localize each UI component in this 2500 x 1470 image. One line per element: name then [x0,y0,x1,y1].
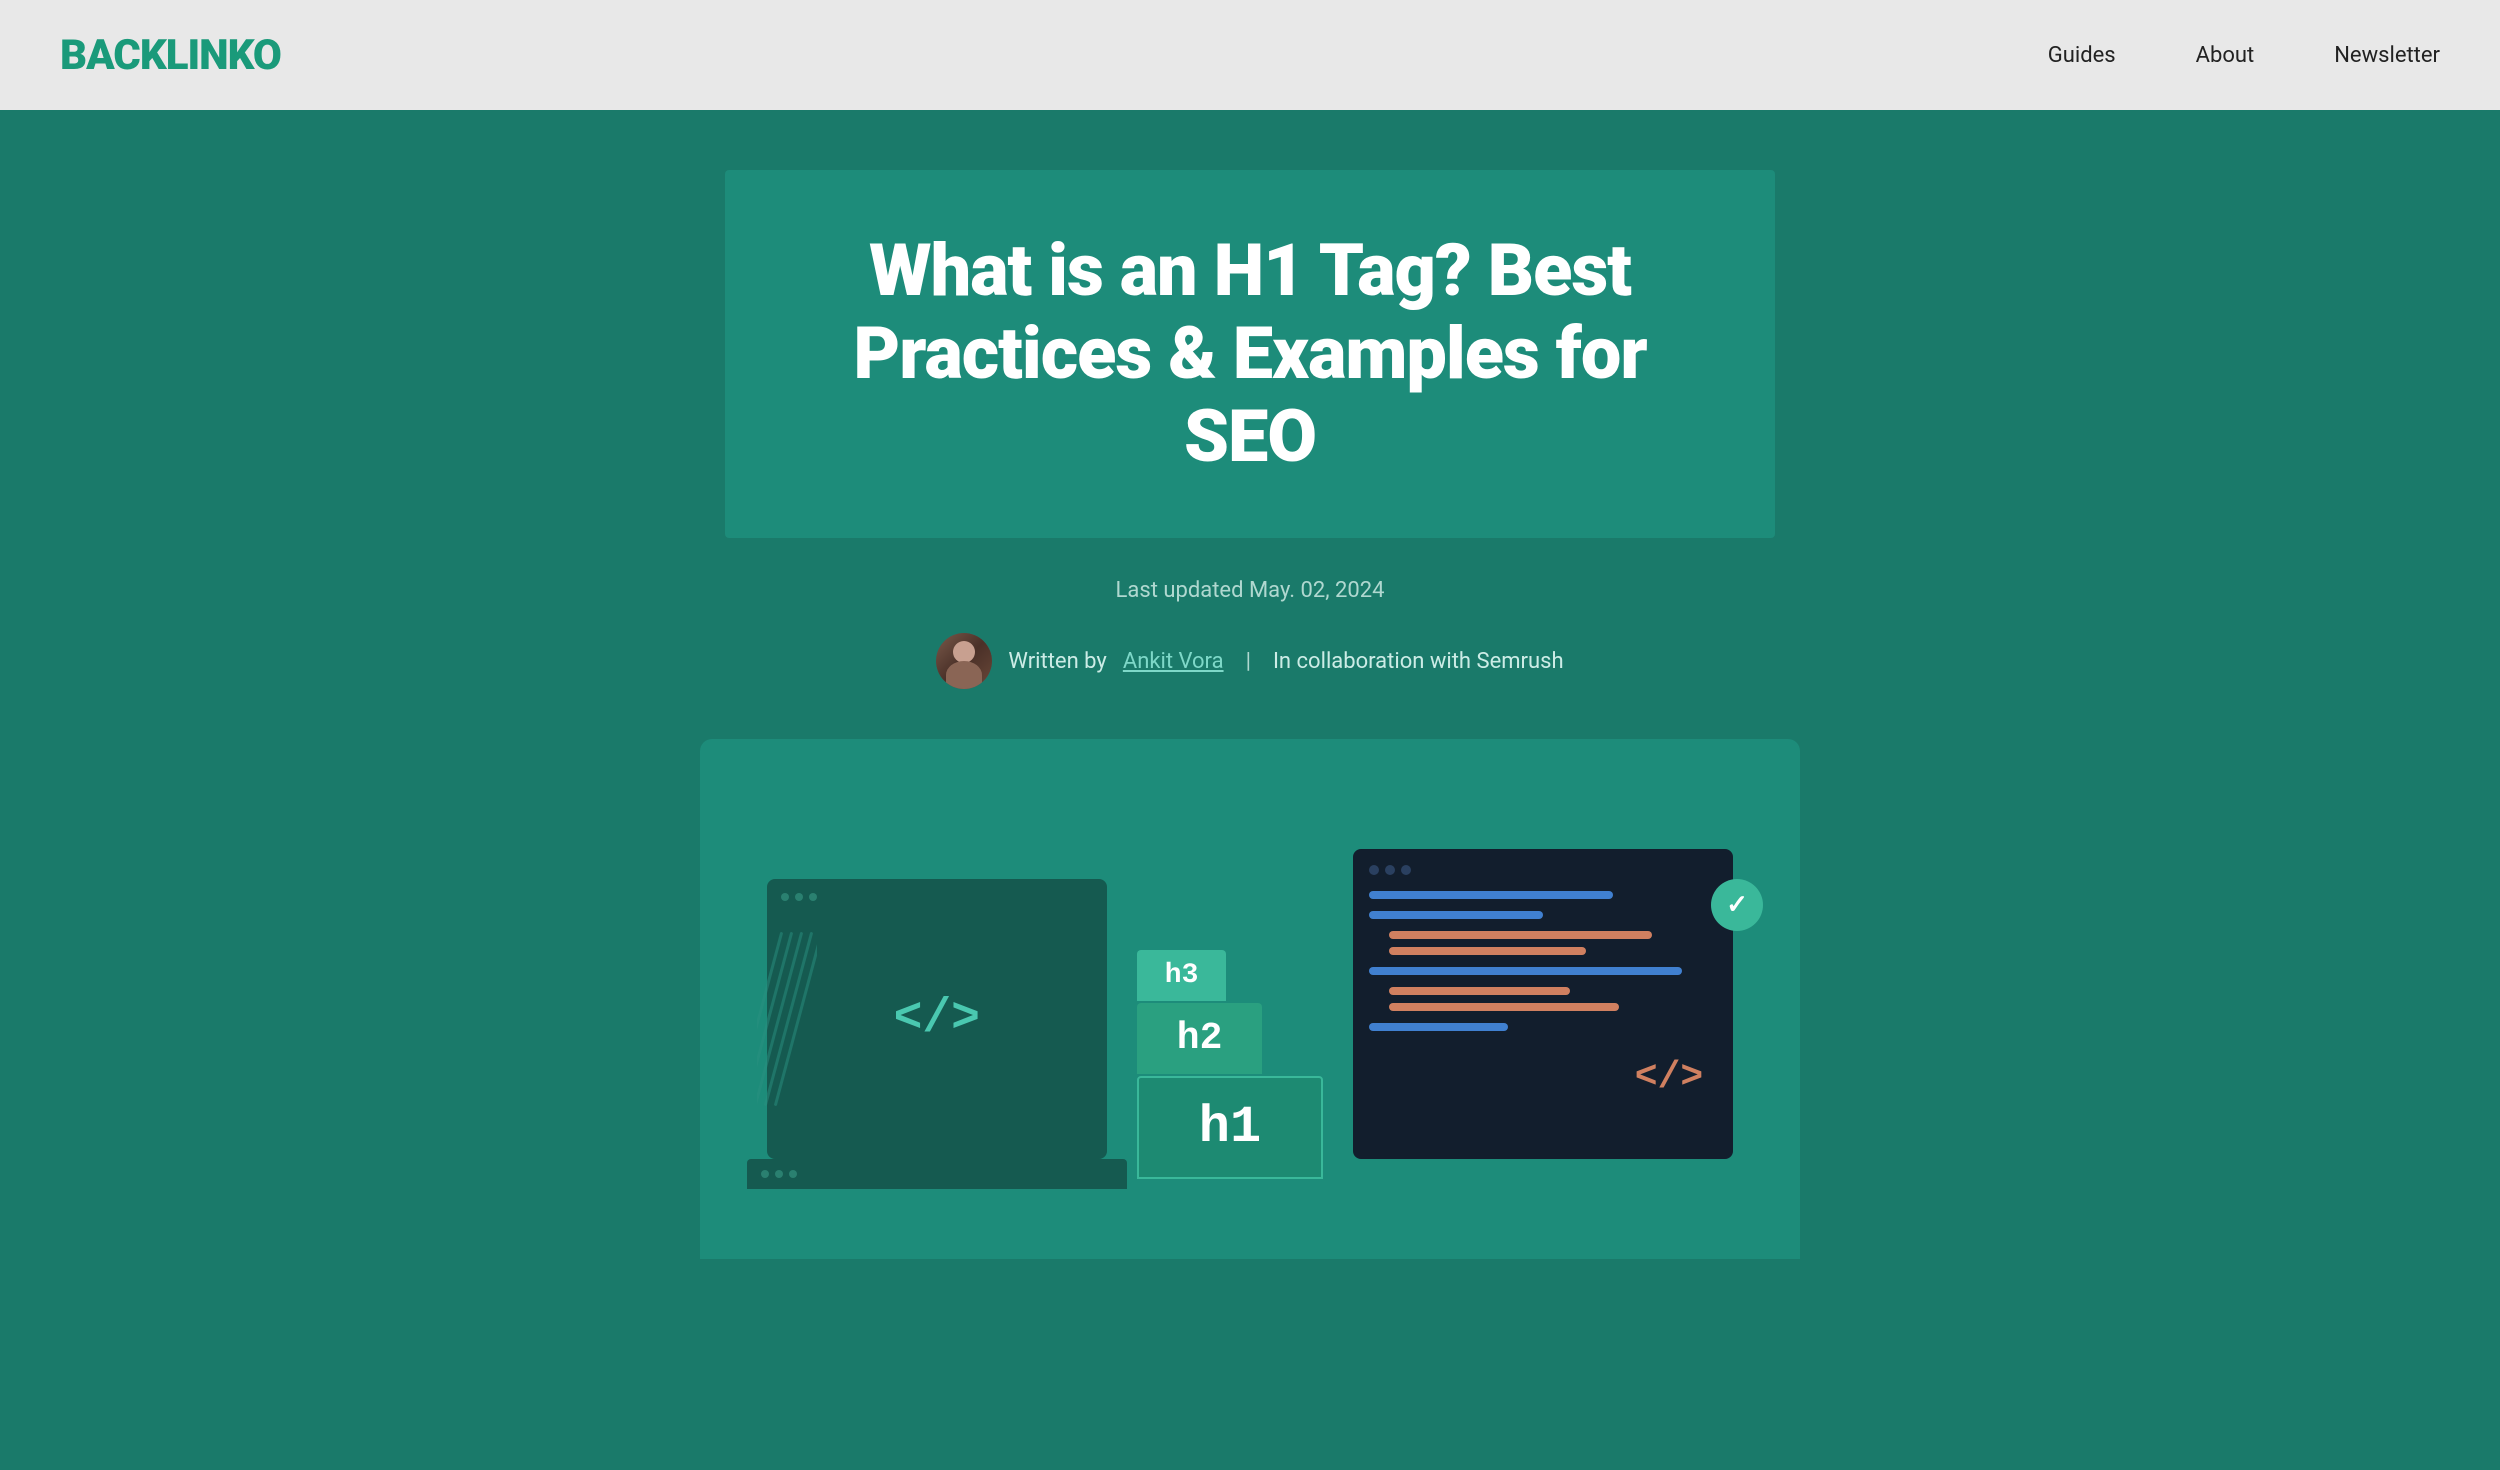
site-logo[interactable]: BACKLINKO [60,31,281,80]
checkmark-icon: ✓ [1711,879,1763,931]
author-info: Written by Ankit Vora | In collaboration… [40,633,2460,689]
code-line-5 [1369,967,1682,975]
code-line-3 [1389,931,1651,939]
h2-block: h2 [1137,1003,1263,1074]
code-line-8 [1369,1023,1508,1031]
hero-title-box: What is an H1 Tag? Best Practices & Exam… [725,170,1775,538]
illustration-inner: </> h3 h2 h1 [760,779,1740,1179]
nav-guides[interactable]: Guides [2048,43,2116,68]
written-by-label: Written by [1008,649,1106,674]
separator: | [1246,649,1251,674]
nav-newsletter[interactable]: Newsletter [2334,43,2440,68]
h3-block: h3 [1137,950,1227,1001]
h1-block: h1 [1137,1076,1323,1179]
left-code-tag: </> [894,992,980,1046]
author-name[interactable]: Ankit Vora [1123,649,1224,674]
code-line-7 [1389,1003,1619,1011]
code-line-1 [1369,891,1613,899]
stripe-4 [764,932,813,1107]
dot-3 [809,893,817,901]
bar-dot-2 [775,1170,783,1178]
code-line-group-2 [1369,987,1717,1011]
code-lines [1369,891,1717,1031]
right-panel-dots [1369,865,1717,875]
code-line-4 [1389,947,1586,955]
hero-meta: Last updated May. 02, 2024 Written by An… [40,578,2460,689]
panel-dots [781,893,1093,901]
left-code-panel: </> [767,879,1107,1159]
rdot-2 [1385,865,1395,875]
heading-blocks: h3 h2 h1 [1137,950,1323,1179]
nav-about[interactable]: About [2196,43,2255,68]
panel-stripes [757,929,817,1129]
rdot-3 [1401,865,1411,875]
dot-2 [795,893,803,901]
collaboration-label: In collaboration with Semrush [1273,649,1564,674]
rdot-1 [1369,865,1379,875]
dot-1 [781,893,789,901]
bar-dot-1 [761,1170,769,1178]
page-title: What is an H1 Tag? Best Practices & Exam… [805,230,1695,478]
bottom-bar [747,1159,1127,1189]
last-updated: Last updated May. 02, 2024 [40,578,2460,603]
code-line-2 [1369,911,1543,919]
avatar-image [936,633,992,689]
bar-dot-3 [789,1170,797,1178]
code-line-6 [1389,987,1569,995]
code-line-group-1 [1369,931,1717,955]
main-nav: Guides About Newsletter [2048,43,2440,68]
hero-illustration: </> h3 h2 h1 [700,739,1800,1259]
avatar [936,633,992,689]
hero-section: What is an H1 Tag? Best Practices & Exam… [0,110,2500,1470]
site-header: BACKLINKO Guides About Newsletter [0,0,2500,110]
right-code-panel: </> ✓ [1353,849,1733,1159]
right-code-tag: </> [1635,1056,1703,1099]
